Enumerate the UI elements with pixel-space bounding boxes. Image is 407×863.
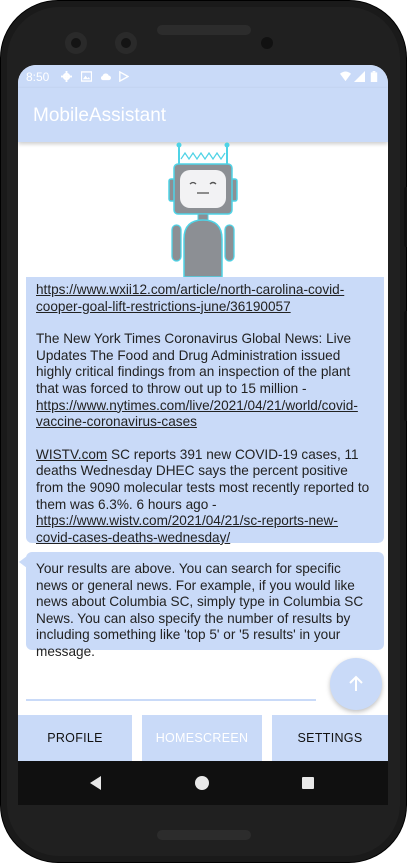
image-icon: [81, 71, 92, 82]
chat-message-assistant-help: Your results are above. You can search f…: [19, 552, 384, 659]
bottom-speaker: [157, 830, 251, 840]
wifi-icon: [340, 71, 351, 82]
news-item: The New York Times Coronavirus Global Ne…: [36, 331, 374, 431]
front-camera: [65, 32, 87, 54]
send-button[interactable]: [330, 658, 382, 710]
status-time: 8:50: [26, 70, 50, 84]
news-text: The New York Times Coronavirus Global Ne…: [36, 331, 352, 396]
homescreen-button[interactable]: HOMESCREEN: [142, 715, 262, 761]
signal-icon: [354, 71, 365, 82]
news-link[interactable]: https://www.wxii12.com/article/north-car…: [36, 282, 344, 314]
home-icon[interactable]: [194, 775, 210, 791]
robot-avatar-icon: [168, 142, 238, 277]
battery-icon: [370, 71, 378, 82]
system-navigation-bar: [18, 761, 388, 805]
message-input[interactable]: [26, 669, 316, 701]
status-bar: 8:50: [18, 65, 388, 88]
news-link[interactable]: https://www.nytimes.com/live/2021/04/21/…: [36, 398, 358, 430]
back-icon[interactable]: [88, 775, 104, 791]
recents-icon[interactable]: [301, 776, 315, 790]
play-icon: [119, 71, 129, 82]
news-link[interactable]: https://www.wistv.com/2021/04/21/sc-repo…: [36, 513, 338, 545]
proximity-sensor: [261, 37, 273, 49]
chat-message-news-results: https://www.wxii12.com/article/north-car…: [26, 277, 384, 545]
news-item: WISTV.com SC reports 391 new COVID-19 ca…: [36, 447, 374, 547]
assistant-help-text: Your results are above. You can search f…: [36, 561, 364, 659]
app-screen: 8:50 MobileAssistant https://www.wxii12.: [18, 65, 388, 793]
profile-button[interactable]: PROFILE: [18, 715, 132, 761]
settings-button[interactable]: SETTINGS: [272, 715, 388, 761]
send-arrow-icon: [349, 675, 363, 691]
app-title: MobileAssistant: [33, 105, 167, 126]
cloud-icon: [100, 73, 111, 81]
news-item: https://www.wxii12.com/article/north-car…: [36, 282, 374, 315]
earpiece-speaker: [157, 25, 251, 35]
app-bar: MobileAssistant: [18, 88, 388, 142]
front-camera-secondary: [115, 32, 137, 54]
settings-icon: [61, 71, 72, 82]
source-link[interactable]: WISTV.com: [36, 447, 107, 462]
